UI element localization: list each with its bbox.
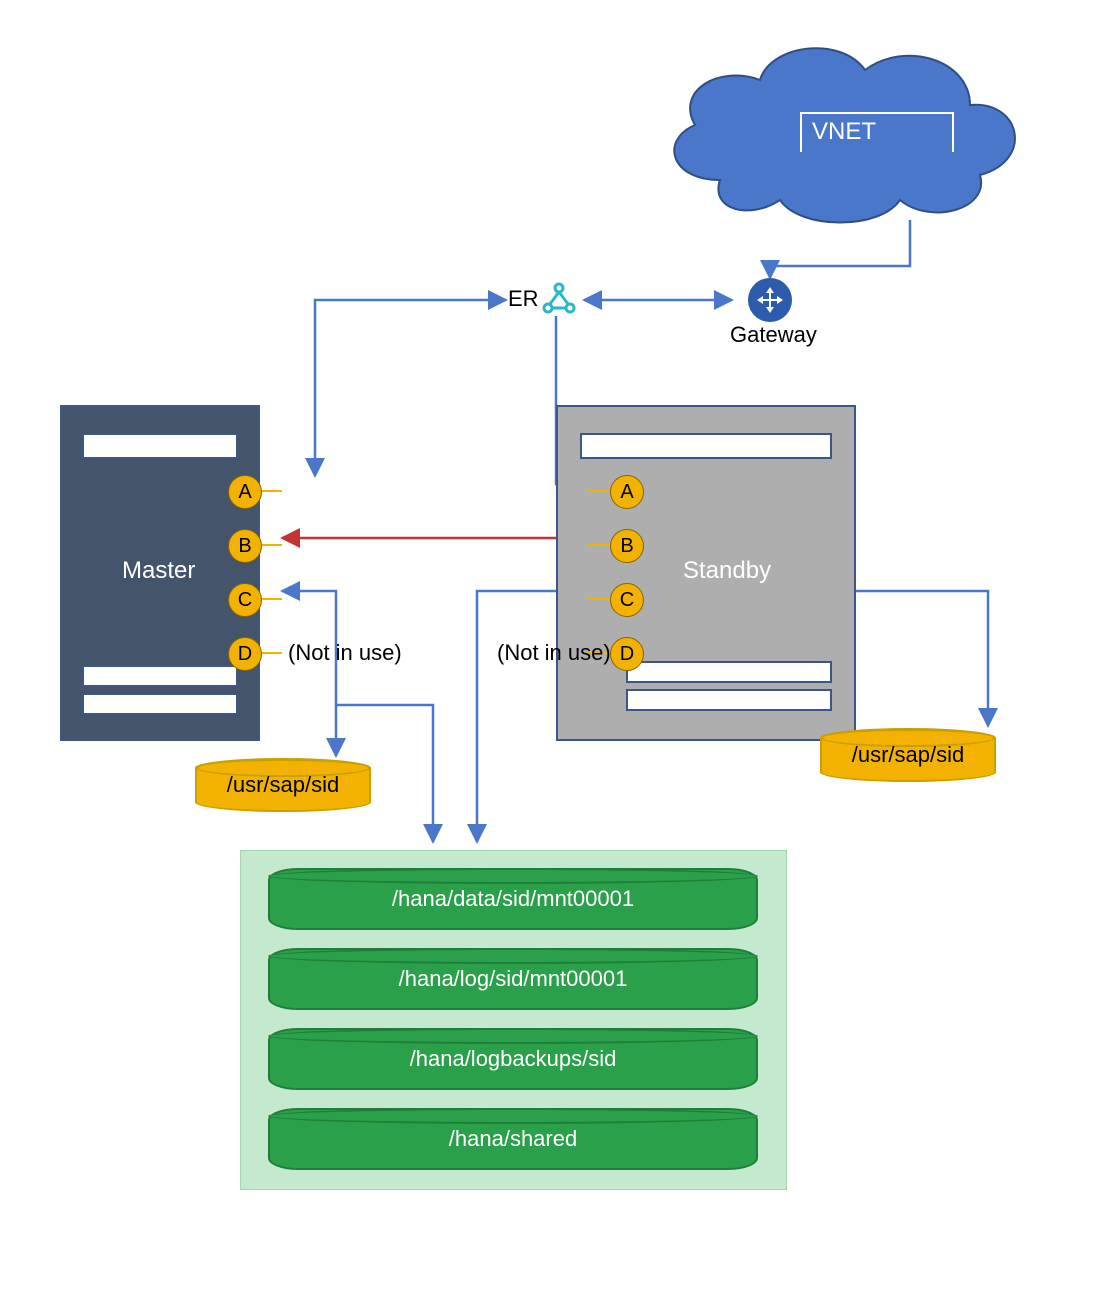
er-label: ER (508, 286, 539, 312)
master-port-a: A (228, 475, 262, 509)
standby-not-in-use: (Not in use) (497, 640, 611, 666)
master-port-b: B (228, 529, 262, 563)
shared-vol-1: /hana/log/sid/mnt00001 (268, 948, 758, 1010)
standby-port-a: A (610, 475, 644, 509)
standby-port-d: D (610, 637, 644, 671)
gateway-label: Gateway (730, 322, 817, 348)
master-disk: /usr/sap/sid (195, 758, 371, 812)
gateway-icon (748, 278, 792, 322)
standby-port-b: B (610, 529, 644, 563)
master-server: Master (60, 405, 260, 741)
shared-vol-3: /hana/shared (268, 1108, 758, 1170)
er-icon (542, 282, 576, 321)
vnet-cloud: VNET (650, 30, 1030, 230)
shared-vol-0: /hana/data/sid/mnt00001 (268, 868, 758, 930)
vnet-label: VNET (812, 118, 876, 145)
standby-disk: /usr/sap/sid (820, 728, 996, 782)
standby-label: Standby (683, 557, 771, 585)
master-port-d: D (228, 637, 262, 671)
master-not-in-use: (Not in use) (288, 640, 402, 666)
master-label: Master (122, 557, 195, 585)
standby-port-c: C (610, 583, 644, 617)
gateway-node (748, 278, 792, 322)
standby-server: Standby (556, 405, 856, 741)
shared-vol-2: /hana/logbackups/sid (268, 1028, 758, 1090)
master-port-c: C (228, 583, 262, 617)
